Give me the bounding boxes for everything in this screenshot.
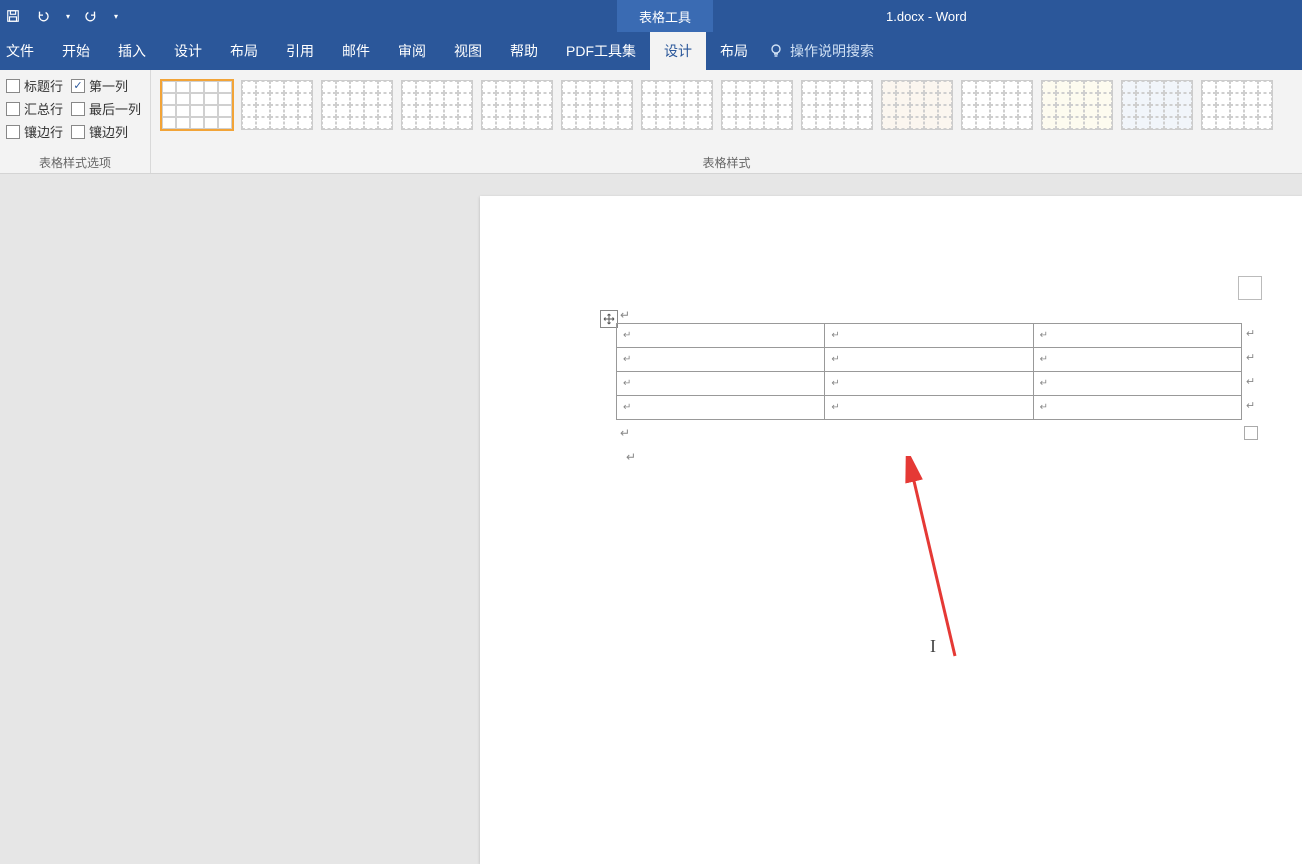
table-resize-handle-icon[interactable] — [1244, 426, 1258, 440]
table-styles-gallery — [157, 74, 1277, 152]
tell-me-search[interactable]: 操作说明搜索 — [768, 32, 874, 70]
tab-layout[interactable]: 布局 — [216, 32, 272, 70]
table-row[interactable]: ↵ ↵ ↵ — [617, 372, 1242, 396]
group-label-table-styles: 表格样式 — [157, 152, 1296, 171]
paragraph-mark: ↵ — [620, 308, 630, 322]
undo-icon[interactable] — [34, 7, 52, 25]
table-cell[interactable]: ↵ — [1033, 372, 1241, 396]
table-style-thumbnail[interactable] — [561, 80, 633, 130]
row-end-mark: ↵ — [1246, 399, 1255, 412]
document-area: ↵ ↵ ↵ ↵ ↵ ↵ ↵ ↵ ↵ ↵ ↵ ↵ ↵ ↵ — [0, 174, 1302, 863]
table-row[interactable]: ↵ ↵ ↵ — [617, 324, 1242, 348]
ribbon-tabs: 文件 开始 插入 设计 布局 引用 邮件 审阅 视图 帮助 PDF工具集 设计 … — [0, 32, 1302, 70]
table-style-thumbnail[interactable] — [1041, 80, 1113, 130]
table-cell[interactable]: ↵ — [617, 372, 825, 396]
group-label-style-options: 表格样式选项 — [6, 152, 144, 171]
checkbox-total-row[interactable]: 汇总行 — [6, 99, 63, 118]
label-total-row: 汇总行 — [24, 99, 63, 118]
table-style-thumbnail[interactable] — [641, 80, 713, 130]
tab-mailings[interactable]: 邮件 — [328, 32, 384, 70]
tab-file[interactable]: 文件 — [0, 32, 48, 70]
row-end-mark: ↵ — [1246, 351, 1255, 364]
table-row[interactable]: ↵ ↵ ↵ — [617, 396, 1242, 420]
table-cell[interactable]: ↵ — [617, 348, 825, 372]
label-last-column: 最后一列 — [89, 99, 141, 118]
group-table-style-options: 标题行 ✓ 第一列 汇总行 最后一列 — [0, 70, 150, 173]
group-table-styles: 表格样式 — [150, 70, 1302, 173]
qat-customize-icon[interactable]: ▾ — [114, 12, 118, 21]
tab-table-design[interactable]: 设计 — [650, 32, 706, 70]
paragraph-mark: ↵ — [620, 426, 630, 440]
table-style-thumbnail[interactable] — [721, 80, 793, 130]
checkbox-banded-rows[interactable]: 镶边行 — [6, 122, 63, 141]
checkbox-icon — [6, 79, 20, 93]
label-first-column: 第一列 — [89, 76, 128, 95]
table-row[interactable]: ↵ ↵ ↵ — [617, 348, 1242, 372]
tab-home[interactable]: 开始 — [48, 32, 104, 70]
table-style-thumbnail[interactable] — [481, 80, 553, 130]
table-style-thumbnail[interactable] — [881, 80, 953, 130]
table-cell[interactable]: ↵ — [1033, 348, 1241, 372]
table-cell[interactable]: ↵ — [617, 324, 825, 348]
table-style-thumbnail[interactable] — [961, 80, 1033, 130]
undo-dropdown-icon[interactable]: ▾ — [66, 12, 70, 21]
row-end-mark: ↵ — [1246, 327, 1255, 340]
text-cursor-icon: I — [930, 636, 936, 657]
label-banded-rows: 镶边行 — [24, 122, 63, 141]
page-corner-marker — [1238, 276, 1262, 300]
document-title: 1.docx - Word — [886, 9, 967, 24]
label-header-row: 标题行 — [24, 76, 63, 95]
table-cell[interactable]: ↵ — [825, 372, 1033, 396]
label-banded-columns: 镶边列 — [89, 122, 128, 141]
checkbox-banded-columns[interactable]: 镶边列 — [71, 122, 128, 141]
table-cell[interactable]: ↵ — [825, 348, 1033, 372]
ribbon-body: 标题行 ✓ 第一列 汇总行 最后一列 — [0, 70, 1302, 174]
checkbox-icon — [6, 125, 20, 139]
quick-access-toolbar: ▾ ▾ — [0, 7, 118, 25]
table-style-thumbnail[interactable] — [1201, 80, 1273, 130]
checkbox-icon — [71, 102, 85, 116]
checkbox-icon — [71, 125, 85, 139]
annotation-arrow-icon — [900, 456, 980, 666]
document-table[interactable]: ↵ ↵ ↵ ↵ ↵ ↵ ↵ ↵ ↵ ↵ ↵ ↵ — [616, 323, 1242, 420]
checkbox-header-row[interactable]: 标题行 — [6, 76, 63, 95]
tab-insert[interactable]: 插入 — [104, 32, 160, 70]
checkbox-first-column[interactable]: ✓ 第一列 — [71, 76, 128, 95]
table-cell[interactable]: ↵ — [825, 396, 1033, 420]
tab-pdf-tools[interactable]: PDF工具集 — [552, 32, 650, 70]
table-style-thumbnail[interactable] — [401, 80, 473, 130]
table-cell[interactable]: ↵ — [825, 324, 1033, 348]
document-page[interactable]: ↵ ↵ ↵ ↵ ↵ ↵ ↵ ↵ ↵ ↵ ↵ ↵ ↵ ↵ — [480, 196, 1302, 864]
style-options: 标题行 ✓ 第一列 汇总行 最后一列 — [6, 74, 141, 152]
lightbulb-icon — [768, 43, 784, 59]
redo-icon[interactable] — [82, 7, 100, 25]
title-bar: ▾ ▾ 表格工具 1.docx - Word — [0, 0, 1302, 32]
table-style-thumbnail[interactable] — [321, 80, 393, 130]
tab-review[interactable]: 审阅 — [384, 32, 440, 70]
tab-help[interactable]: 帮助 — [496, 32, 552, 70]
table-cell[interactable]: ↵ — [617, 396, 825, 420]
table-style-thumbnail[interactable] — [161, 80, 233, 130]
tab-view[interactable]: 视图 — [440, 32, 496, 70]
table-style-thumbnail[interactable] — [241, 80, 313, 130]
row-end-mark: ↵ — [1246, 375, 1255, 388]
table-style-thumbnail[interactable] — [1121, 80, 1193, 130]
table-cell[interactable]: ↵ — [1033, 324, 1241, 348]
tab-table-layout[interactable]: 布局 — [706, 32, 762, 70]
checkbox-last-column[interactable]: 最后一列 — [71, 99, 141, 118]
contextual-tab-title: 表格工具 — [617, 0, 713, 32]
checkbox-icon — [6, 102, 20, 116]
table-cell[interactable]: ↵ — [1033, 396, 1241, 420]
tab-references[interactable]: 引用 — [272, 32, 328, 70]
checkbox-icon: ✓ — [71, 79, 85, 93]
table-style-thumbnail[interactable] — [801, 80, 873, 130]
save-icon[interactable] — [4, 7, 22, 25]
tab-design[interactable]: 设计 — [160, 32, 216, 70]
tell-me-label: 操作说明搜索 — [790, 41, 874, 61]
paragraph-mark: ↵ — [626, 450, 636, 464]
